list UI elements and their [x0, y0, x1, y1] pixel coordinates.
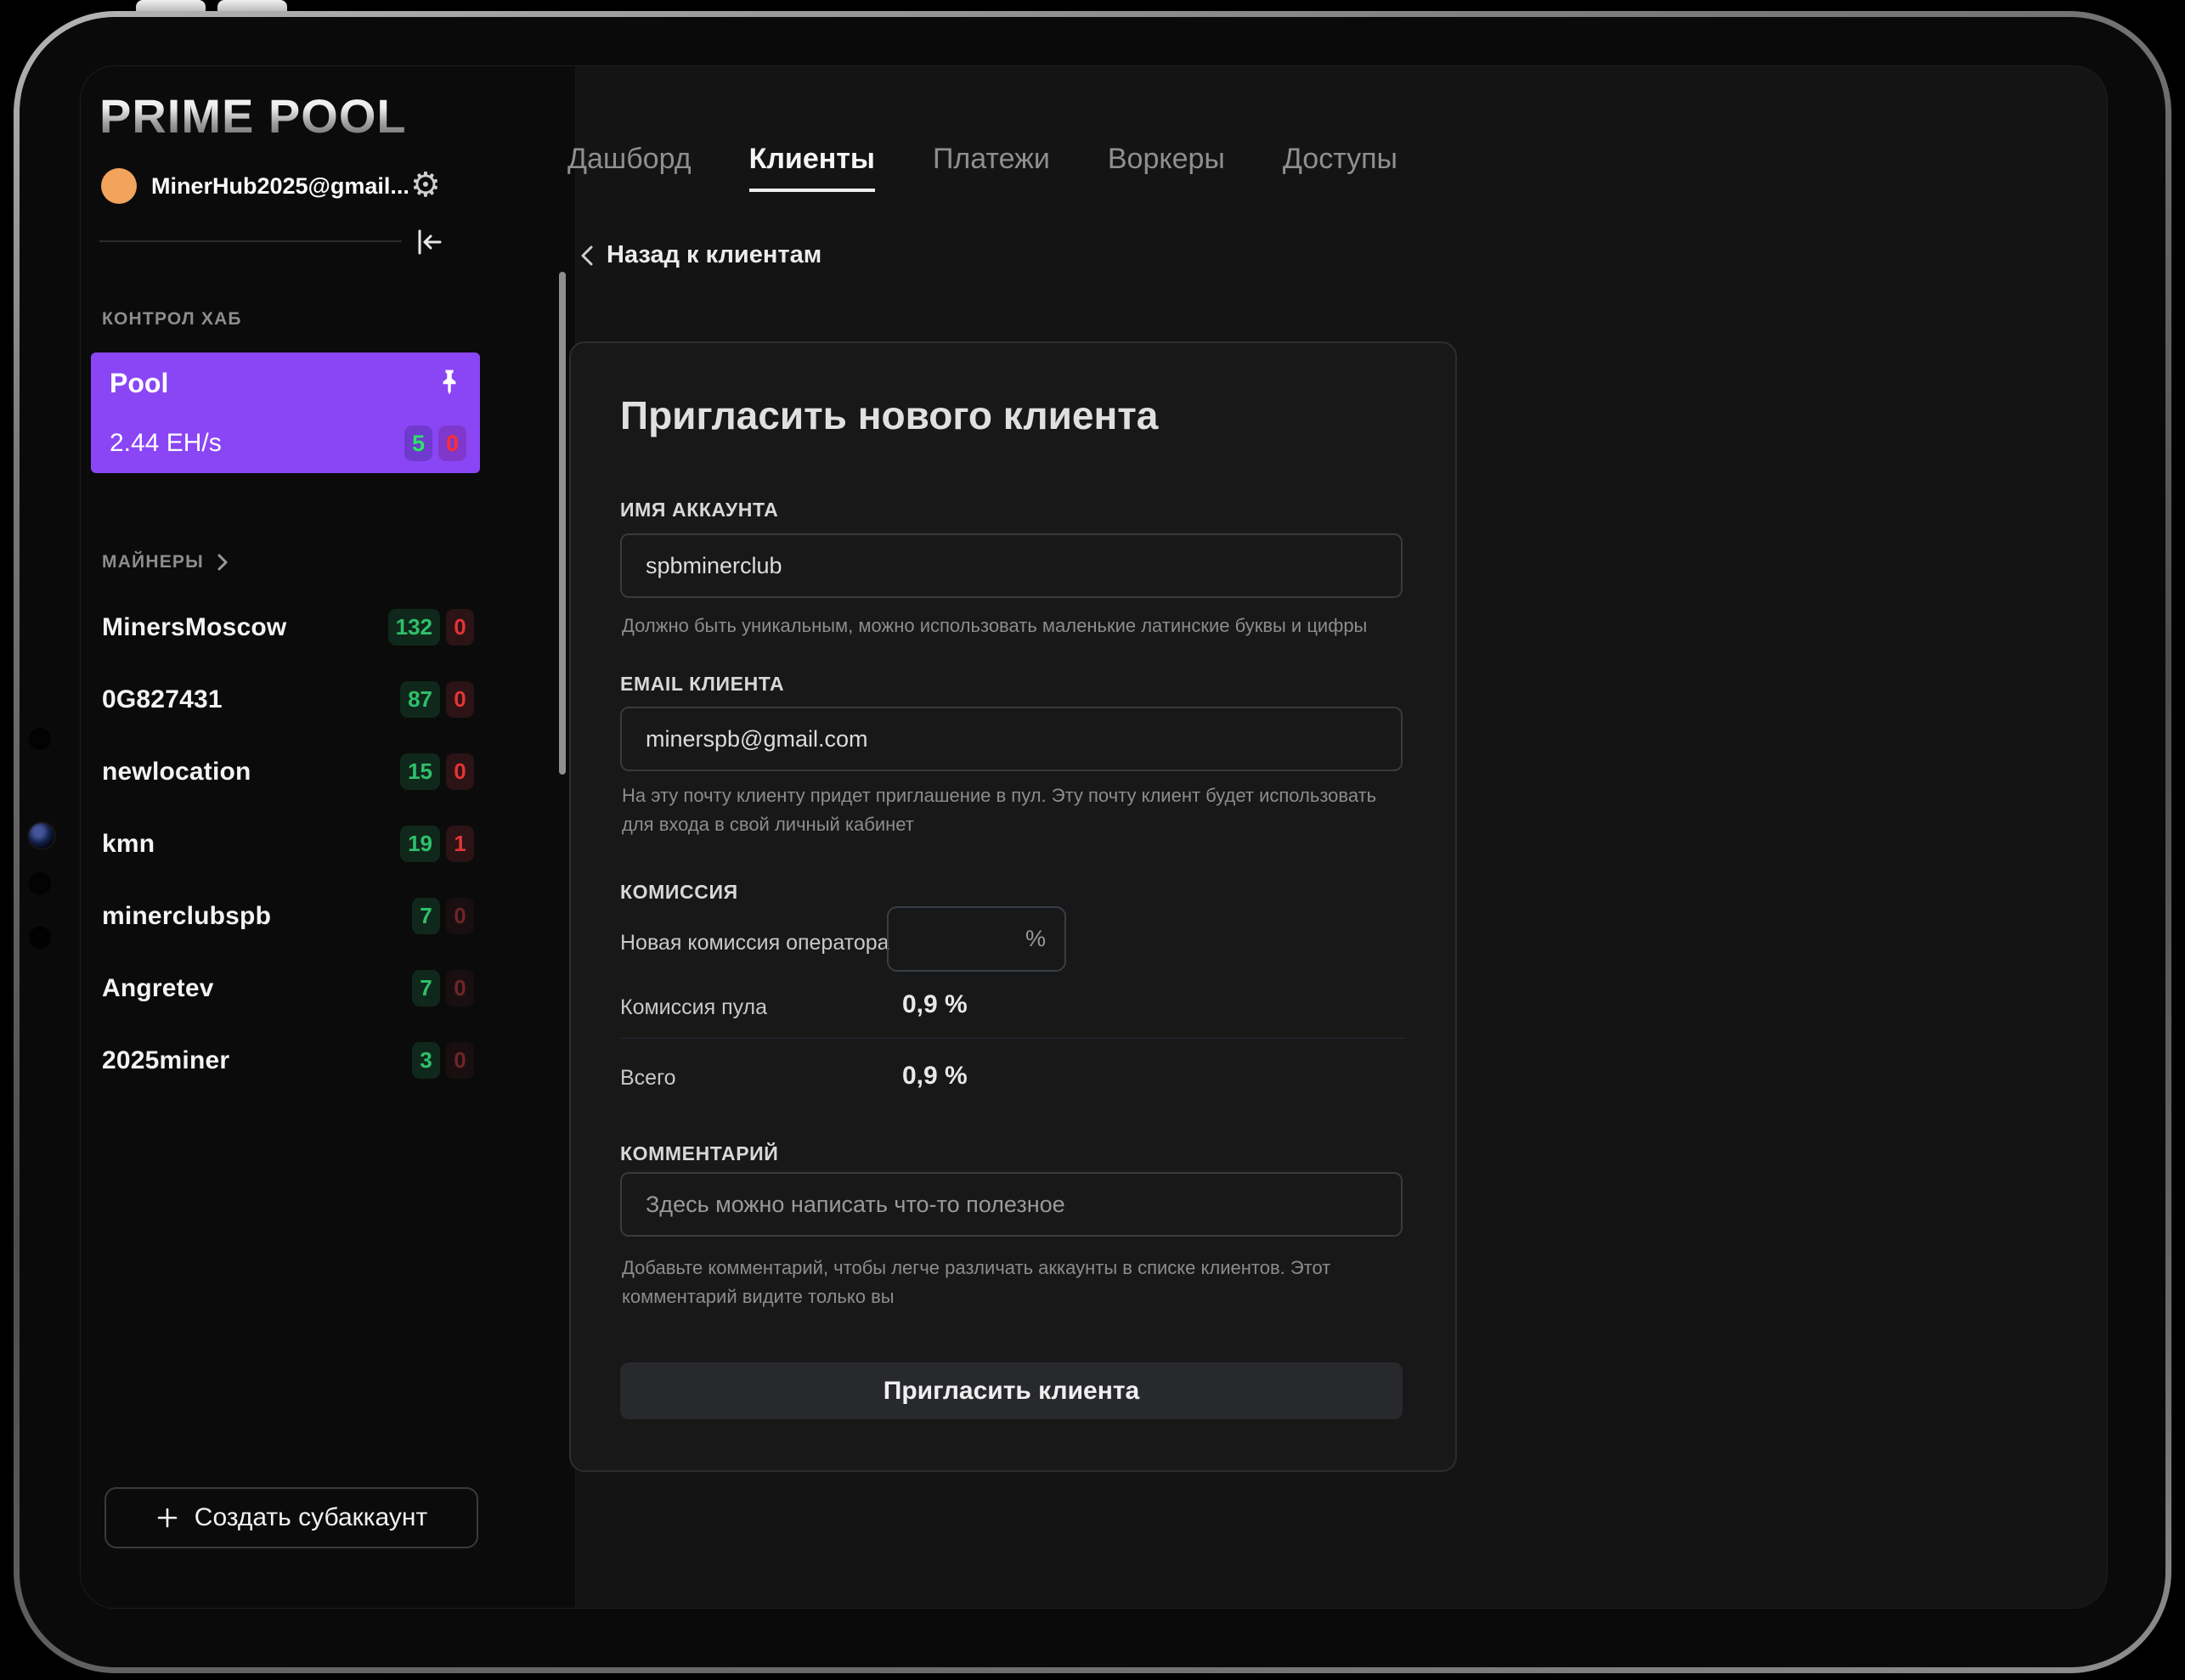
miner-row[interactable]: minerclubspb 70	[102, 880, 474, 952]
miner-name: newlocation	[102, 758, 251, 786]
online-count-badge: 87	[400, 681, 440, 718]
client-email-help: На эту почту клиенту придет приглашение …	[622, 781, 1391, 839]
pin-icon[interactable]	[436, 368, 463, 397]
plus-icon	[155, 1506, 179, 1530]
avatar	[101, 168, 137, 204]
miner-name: 0G827431	[102, 685, 223, 714]
chevron-left-icon	[580, 245, 594, 267]
total-commission-value: 0,9 %	[902, 1062, 968, 1091]
client-email-label: EMAIL КЛИЕНТА	[620, 673, 784, 696]
device-frame: PRIME POOL MinerHub2025@gmail... ⚙ КОНТР…	[14, 11, 2171, 1673]
online-count-badge: 5	[404, 426, 432, 461]
miner-row[interactable]: kmn 191	[102, 808, 474, 880]
online-count-badge: 19	[400, 826, 440, 862]
comment-help: Добавьте комментарий, чтобы легче различ…	[622, 1254, 1352, 1311]
new-commission-input[interactable]	[889, 908, 1025, 970]
settings-gear-icon[interactable]: ⚙	[410, 166, 441, 204]
miner-name: kmn	[102, 830, 155, 859]
miner-name: minerclubspb	[102, 902, 271, 931]
miner-name: 2025miner	[102, 1046, 229, 1075]
commission-section-label: КОМИССИЯ	[620, 881, 738, 904]
card-title: Пригласить нового клиента	[620, 392, 1158, 438]
pool-commission-value: 0,9 %	[902, 990, 968, 1019]
miner-row[interactable]: Angretev 70	[102, 952, 474, 1024]
account-row[interactable]: MinerHub2025@gmail...	[101, 168, 409, 204]
section-label-control-hub: КОНТРОЛ ХАБ	[102, 309, 242, 330]
pool-card[interactable]: Pool 2.44 EH/s 5 0	[91, 352, 480, 473]
top-nav-tabs: Дашборд Клиенты Платежи Воркеры Доступы	[567, 143, 1397, 192]
sidebar-scrollbar[interactable]	[559, 272, 566, 775]
miner-row[interactable]: 0G827431 870	[102, 663, 474, 736]
tab-clients[interactable]: Клиенты	[749, 143, 875, 192]
miner-row[interactable]: MinersMoscow 1320	[102, 591, 474, 663]
sensor-dot-icon	[29, 728, 51, 750]
offline-count-badge: 0	[446, 753, 474, 790]
tab-dashboard[interactable]: Дашборд	[567, 143, 692, 192]
miner-name: MinersMoscow	[102, 613, 286, 642]
offline-count-badge: 0	[446, 681, 474, 718]
tablet-mockup: PRIME POOL MinerHub2025@gmail... ⚙ КОНТР…	[0, 0, 2185, 1680]
comment-label: КОММЕНТАРИЙ	[620, 1142, 778, 1165]
comment-input[interactable]	[620, 1172, 1403, 1237]
account-name-help: Должно быть уникальным, можно использова…	[622, 612, 1403, 640]
miner-row[interactable]: newlocation 150	[102, 736, 474, 808]
chevron-right-icon	[215, 553, 230, 572]
new-commission-label: Новая комиссия оператора	[620, 931, 889, 956]
tab-access[interactable]: Доступы	[1283, 143, 1397, 192]
account-email: MinerHub2025@gmail...	[151, 173, 409, 200]
miners-label: МАЙНЕРЫ	[102, 552, 204, 572]
online-count-badge: 15	[400, 753, 440, 790]
invite-client-button[interactable]: Пригласить клиента	[620, 1362, 1403, 1419]
tab-workers[interactable]: Воркеры	[1108, 143, 1225, 192]
device-bezel: PRIME POOL MinerHub2025@gmail... ⚙ КОНТР…	[20, 17, 2165, 1667]
miner-row[interactable]: 2025miner 30	[102, 1024, 474, 1097]
miner-name: Angretev	[102, 974, 214, 1003]
sensor-dot-icon	[29, 872, 51, 894]
tab-payments[interactable]: Платежи	[933, 143, 1050, 192]
app-logo: PRIME POOL	[99, 88, 407, 144]
client-email-input[interactable]	[620, 707, 1403, 771]
new-commission-field: %	[887, 906, 1066, 972]
pool-hashrate: 2.44 EH/s	[110, 429, 222, 458]
online-count-badge: 7	[412, 898, 440, 934]
section-label-miners[interactable]: МАЙНЕРЫ	[102, 552, 230, 572]
create-subaccount-label: Создать субаккаунт	[195, 1503, 427, 1532]
percent-suffix: %	[1025, 926, 1064, 952]
sidebar: PRIME POOL MinerHub2025@gmail... ⚙ КОНТР…	[81, 66, 576, 1608]
offline-count-badge: 0	[446, 1042, 474, 1079]
online-count-badge: 132	[388, 609, 440, 646]
account-name-label: ИМЯ АККАУНТА	[620, 499, 778, 521]
app-screen: PRIME POOL MinerHub2025@gmail... ⚙ КОНТР…	[81, 66, 2107, 1608]
sensor-dot-icon	[29, 927, 51, 949]
total-commission-label: Всего	[620, 1066, 676, 1091]
offline-count-badge: 0	[446, 609, 474, 646]
create-subaccount-button[interactable]: Создать субаккаунт	[104, 1487, 478, 1548]
online-count-badge: 7	[412, 970, 440, 1006]
invite-client-card: Пригласить нового клиента ИМЯ АККАУНТА Д…	[569, 341, 1457, 1472]
pool-name: Pool	[110, 368, 168, 399]
collapse-sidebar-icon[interactable]	[414, 227, 444, 257]
online-count-badge: 3	[412, 1042, 440, 1079]
back-link[interactable]: Назад к клиентам	[580, 241, 821, 269]
miners-list: MinersMoscow 1320 0G827431 870 newlocati…	[102, 591, 474, 1097]
account-name-input[interactable]	[620, 533, 1403, 598]
sidebar-divider	[99, 240, 402, 242]
offline-count-badge: 0	[446, 898, 474, 934]
offline-count-badge: 0	[446, 970, 474, 1006]
pool-commission-label: Комиссия пула	[620, 995, 767, 1020]
pool-status-badges: 5 0	[404, 426, 466, 461]
offline-count-badge: 1	[446, 826, 474, 862]
front-camera-icon	[27, 821, 56, 850]
offline-count-badge: 0	[438, 426, 466, 461]
commission-divider	[620, 1038, 1406, 1039]
back-link-label: Назад к клиентам	[607, 241, 821, 269]
